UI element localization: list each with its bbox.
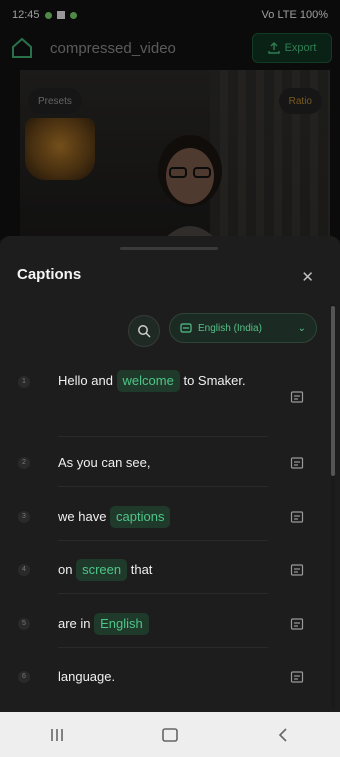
- caption-text[interactable]: we have captions: [58, 502, 272, 532]
- drag-handle[interactable]: [120, 247, 218, 250]
- caption-icon: [180, 323, 192, 333]
- caption-row[interactable]: 2 As you can see,: [0, 448, 320, 478]
- caption-row[interactable]: 1 Hello and welcome to Smaker.: [0, 366, 320, 428]
- caption-text[interactable]: As you can see,: [58, 448, 272, 478]
- edit-icon[interactable]: [290, 670, 304, 684]
- search-icon: [138, 325, 151, 338]
- recents-icon[interactable]: [37, 720, 77, 750]
- edit-icon[interactable]: [290, 390, 304, 404]
- edit-icon[interactable]: [290, 456, 304, 470]
- caption-text[interactable]: are in English: [58, 609, 272, 639]
- caption-segment: As you can see,: [58, 455, 151, 470]
- back-icon[interactable]: [263, 720, 303, 750]
- dim-overlay: [0, 0, 340, 240]
- caption-segment: language.: [58, 669, 116, 684]
- edit-icon[interactable]: [290, 510, 304, 524]
- captions-sheet: Captions ✕ English (India) ⌄ 1 Hello and …: [0, 236, 340, 712]
- highlighted-word[interactable]: captions: [110, 506, 171, 528]
- caption-index: 3: [18, 511, 30, 523]
- caption-index: 6: [18, 671, 30, 683]
- row-divider: [58, 647, 268, 648]
- caption-index: 1: [18, 376, 30, 388]
- system-nav-bar: [0, 712, 340, 757]
- caption-segment: to Smaker.: [179, 373, 246, 388]
- edit-icon[interactable]: [290, 617, 304, 631]
- highlighted-word[interactable]: welcome: [116, 370, 180, 392]
- language-dropdown[interactable]: English (India) ⌄: [169, 313, 317, 343]
- highlighted-word[interactable]: English: [94, 613, 149, 635]
- caption-row[interactable]: 3 we have captions: [0, 502, 320, 532]
- caption-index: 2: [18, 457, 30, 469]
- caption-index: 4: [18, 564, 30, 576]
- language-label: English (India): [198, 322, 262, 334]
- caption-row[interactable]: 6 language.: [0, 662, 320, 692]
- caption-row[interactable]: 4 on screen that: [0, 555, 320, 585]
- caption-row[interactable]: 5 are in English: [0, 609, 320, 639]
- row-divider: [58, 436, 268, 437]
- home-nav-icon[interactable]: [150, 720, 190, 750]
- search-button[interactable]: [128, 315, 160, 347]
- sheet-title: Captions: [17, 266, 82, 283]
- caption-text[interactable]: language.: [58, 662, 272, 692]
- chevron-down-icon: ⌄: [297, 322, 306, 334]
- caption-index: 5: [18, 618, 30, 630]
- close-icon[interactable]: ✕: [301, 268, 314, 286]
- row-divider: [58, 486, 268, 487]
- highlighted-word[interactable]: screen: [76, 559, 128, 581]
- caption-text[interactable]: Hello and welcome to Smaker.: [58, 366, 272, 396]
- row-divider: [58, 540, 268, 541]
- caption-text[interactable]: on screen that: [58, 555, 272, 585]
- edit-icon[interactable]: [290, 563, 304, 577]
- row-divider: [58, 593, 268, 594]
- caption-segment: we have: [58, 509, 111, 524]
- caption-segment: on: [58, 562, 77, 577]
- caption-segment: Hello and: [58, 373, 117, 388]
- caption-segment: that: [127, 562, 153, 577]
- caption-segment: are in: [58, 616, 95, 631]
- scrollbar-thumb[interactable]: [331, 306, 335, 476]
